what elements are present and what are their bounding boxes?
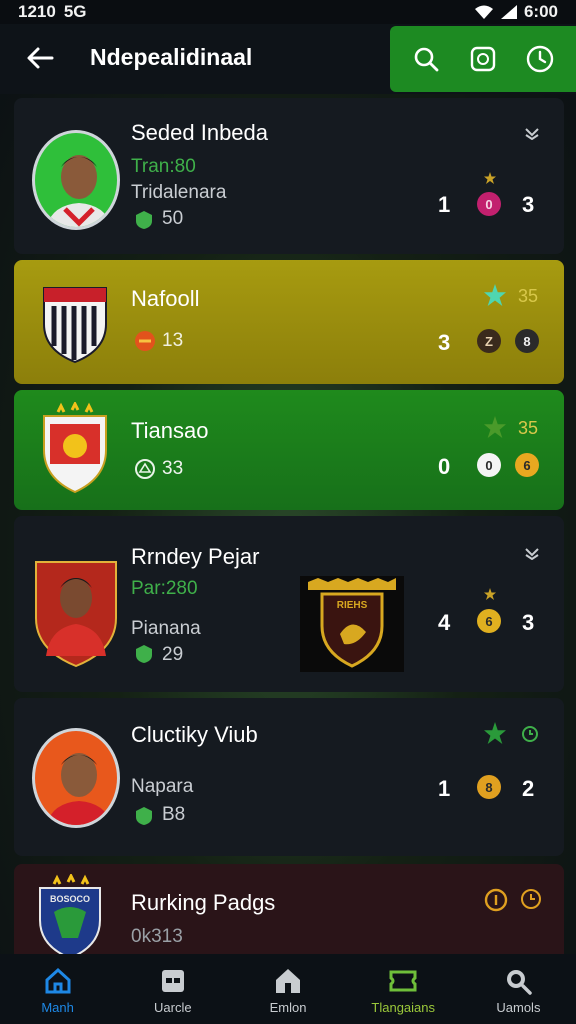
app-bar: Ndepealidinaal	[0, 24, 576, 94]
star-icon	[484, 588, 496, 600]
player-transfer: Par:280	[131, 578, 198, 599]
battery-time: 6:00	[523, 2, 558, 21]
status-time: 1210	[18, 2, 56, 21]
player-crest-avatar	[35, 561, 117, 668]
player-name: Seded Inbeda	[131, 120, 269, 145]
home-icon	[45, 967, 71, 994]
player-avatar	[32, 130, 120, 230]
score-right: 3	[522, 610, 535, 635]
star-icon	[484, 722, 506, 744]
score-left: 3	[438, 330, 451, 355]
nav-transfers[interactable]: Tlangaians	[346, 954, 461, 1024]
search-icon	[507, 970, 533, 995]
action-group	[390, 26, 576, 92]
club-stat: 33	[162, 458, 184, 479]
player-stat: B8	[162, 804, 186, 825]
score-left: 1	[438, 776, 451, 801]
club-badge: RIEHS	[300, 576, 404, 672]
nav-club[interactable]: Emlon	[230, 954, 345, 1024]
score-chip: 8	[477, 775, 501, 799]
club-rating: 35	[518, 418, 539, 438]
club-name: Tiansao	[131, 418, 209, 443]
history-button[interactable]	[520, 39, 560, 79]
player-name: Cluctiky Viub	[131, 722, 258, 747]
clock-icon[interactable]	[520, 888, 542, 910]
calendar-icon	[161, 970, 184, 992]
player-club: Tridalenara	[131, 182, 227, 203]
player-card[interactable]: Cluctiky Viub Napara B8 1 8 2	[14, 698, 564, 856]
clock-icon	[526, 45, 553, 73]
player-card[interactable]: Rrndey Pejar Par:280 Pianana 29 RIEHS 4 …	[14, 516, 564, 692]
signal-icon	[500, 5, 517, 19]
back-button[interactable]	[22, 40, 58, 76]
star-icon	[484, 416, 506, 438]
score-chip: 0	[477, 453, 501, 477]
club-crest: BOSOCO	[32, 874, 108, 954]
nav-label: Manh	[41, 1000, 74, 1015]
nav-search[interactable]: Uamols	[461, 954, 576, 1024]
page-title: Ndepealidinaal	[90, 44, 253, 70]
network-type: 5G	[63, 2, 87, 21]
club-code: 0k313	[131, 926, 183, 947]
shield-icon	[136, 645, 152, 663]
chevron-down-icon[interactable]	[524, 546, 540, 560]
score-chip: 6	[477, 609, 501, 633]
scan-ball-icon	[470, 46, 496, 72]
nav-label: Tlangaians	[371, 1000, 436, 1015]
ticket-icon	[389, 970, 417, 992]
refresh-icon[interactable]	[520, 724, 540, 744]
score-chip: 6	[515, 453, 539, 477]
score-right: 3	[522, 192, 535, 217]
score-right: 2	[522, 776, 535, 801]
nav-label: Uamols	[496, 1000, 541, 1015]
club-badge-text: RIEHS	[336, 600, 368, 611]
flame-icon	[135, 331, 155, 351]
player-avatar	[32, 728, 120, 828]
score-left: 0	[438, 454, 451, 479]
score-chip: 0	[477, 192, 501, 216]
player-name: Rrndey Pejar	[131, 544, 260, 569]
search-button[interactable]	[406, 39, 446, 79]
wifi-icon	[474, 5, 493, 19]
shield-icon	[136, 807, 152, 825]
player-card[interactable]: Seded Inbeda Tran:80 Tridalenara 50 1 0 …	[14, 98, 564, 254]
chevron-down-icon[interactable]	[524, 126, 540, 140]
nav-calendar[interactable]: Uarcle	[115, 954, 230, 1024]
club-card[interactable]: Nafooll 13 35 3 Z 8	[14, 260, 564, 384]
nav-label: Uarcle	[154, 1000, 192, 1015]
status-bar: 1210 5G 6:00	[0, 0, 576, 24]
player-stat: 50	[162, 208, 184, 229]
club-card[interactable]: BOSOCO Rurking Padgs 0k313	[14, 864, 564, 954]
club-stat: 13	[162, 330, 184, 351]
club-name: Rurking Padgs	[131, 890, 276, 915]
score-left: 1	[438, 192, 451, 217]
star-icon	[484, 284, 506, 306]
club-crest-text: BOSOCO	[49, 894, 90, 904]
score-chip: Z	[477, 329, 501, 353]
star-icon	[484, 172, 496, 184]
score-chip: 8	[515, 329, 539, 353]
nav-label: Emlon	[269, 1000, 307, 1015]
search-icon	[415, 47, 439, 72]
shield-icon	[136, 211, 152, 229]
club-name: Nafooll	[131, 286, 200, 311]
player-club: Pianana	[131, 618, 201, 639]
player-stat: 29	[162, 644, 184, 665]
house-icon	[276, 969, 300, 993]
scan-button[interactable]	[463, 39, 503, 79]
club-rating: 35	[518, 286, 539, 306]
club-crest	[43, 287, 107, 364]
player-club: Napara	[131, 776, 194, 797]
arrow-left-icon	[27, 47, 54, 69]
score-left: 4	[438, 610, 451, 635]
nav-home[interactable]: Manh	[0, 954, 115, 1024]
club-crest	[43, 402, 107, 494]
ball-icon	[135, 459, 155, 479]
bottom-navigation: Manh Uarcle Emlon Tlangaians Uamols	[0, 954, 576, 1024]
player-transfer: Tran:80	[131, 156, 196, 177]
coin-icon[interactable]	[484, 888, 508, 912]
club-card[interactable]: Tiansao 33 35 0 0 6	[14, 390, 564, 510]
